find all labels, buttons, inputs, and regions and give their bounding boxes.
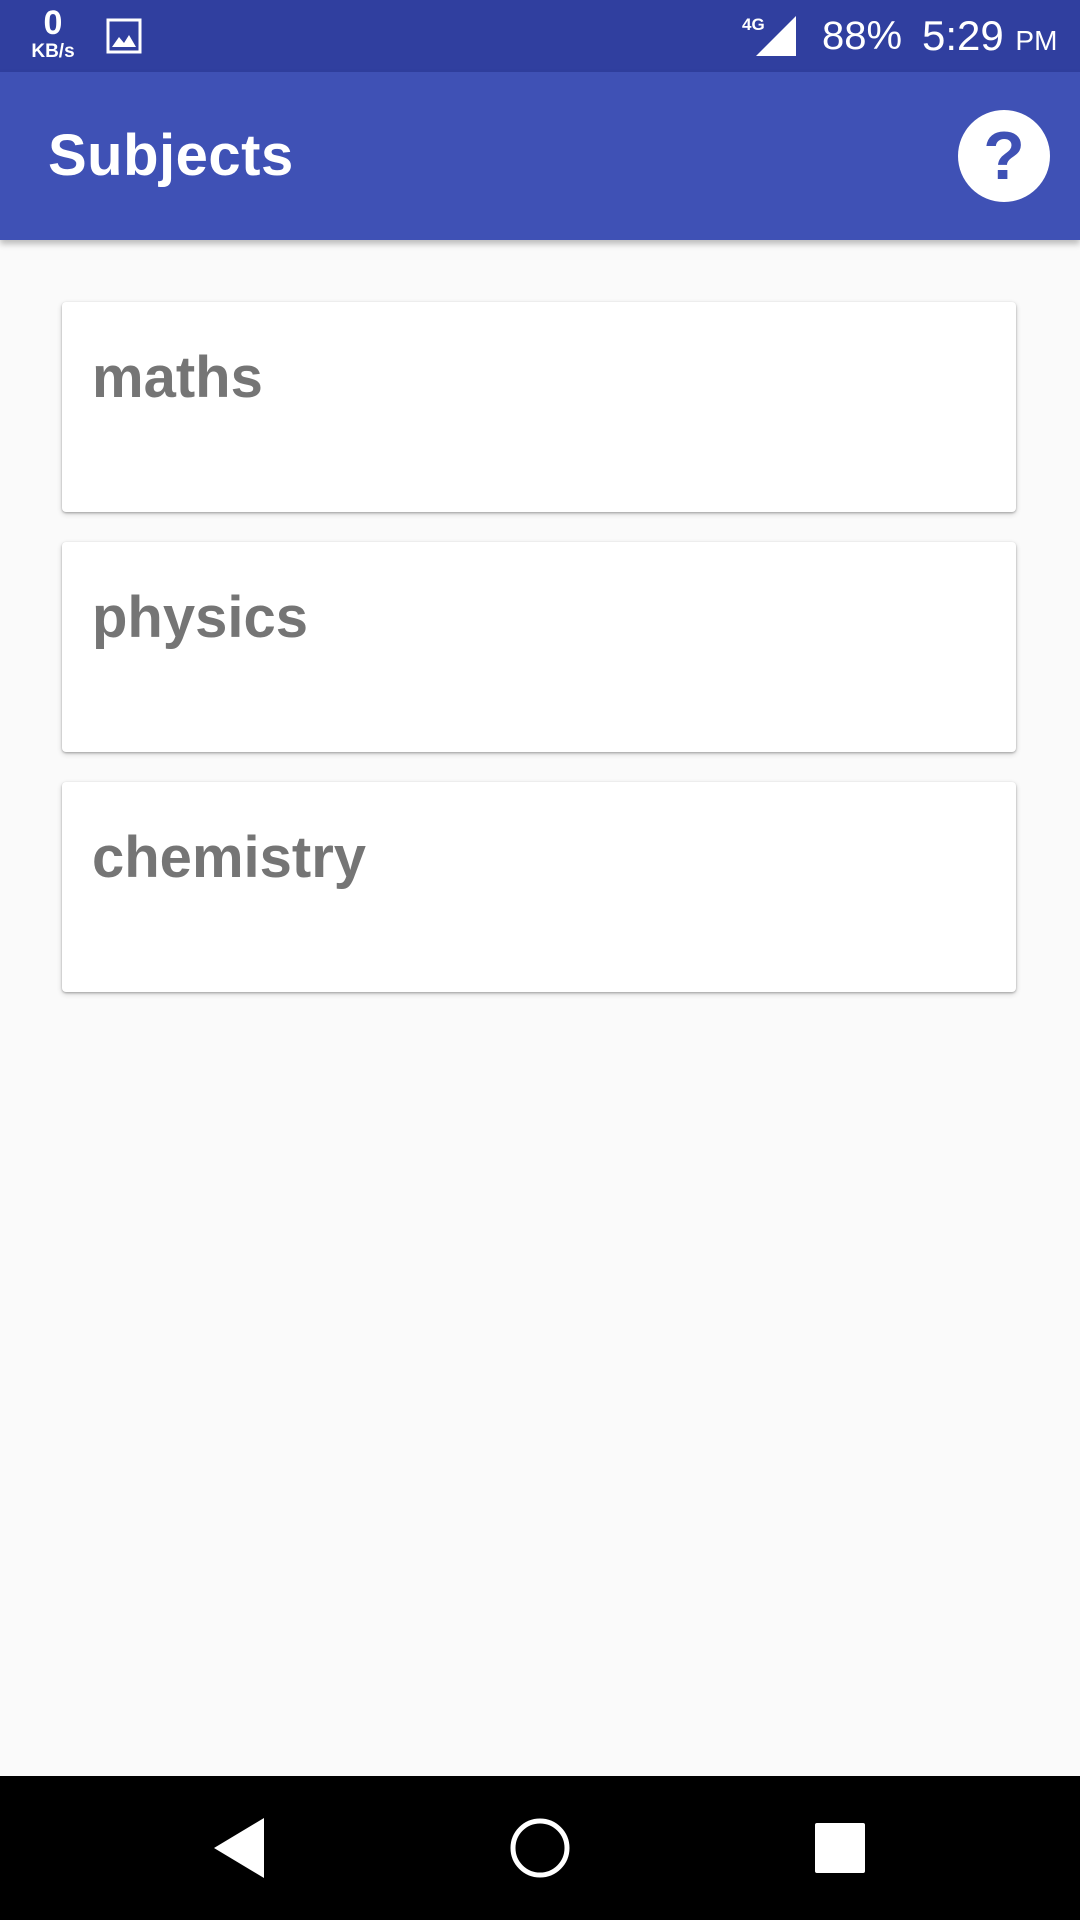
app-bar: Subjects ? (0, 72, 1080, 240)
network-speed-indicator: 0 KB/s (22, 6, 84, 61)
home-circle-icon[interactable] (496, 1804, 584, 1892)
network-speed-value: 0 (43, 4, 63, 42)
subject-title: physics (92, 585, 308, 650)
recents-square-icon[interactable] (796, 1804, 884, 1892)
image-icon (106, 18, 142, 54)
navigation-bar (0, 1776, 1080, 1920)
subject-title: maths (92, 345, 263, 410)
subject-title: chemistry (92, 825, 367, 890)
subject-card-chemistry[interactable]: chemistry (62, 782, 1016, 992)
subject-card-physics[interactable]: physics (62, 542, 1016, 752)
clock-ampm: PM (1015, 25, 1058, 56)
subject-card-maths[interactable]: maths (62, 302, 1016, 512)
page-title: Subjects (48, 123, 294, 188)
help-icon: ? (983, 118, 1025, 194)
cell-signal-icon: 4G (742, 15, 796, 56)
network-type-label: 4G (742, 15, 765, 34)
network-speed-unit: KB/s (31, 41, 75, 62)
help-button[interactable]: ? (958, 110, 1050, 202)
status-bar: 0 KB/s 4G 88% 5:29 PM (0, 0, 1080, 72)
clock: 5:29 PM (922, 14, 1057, 63)
clock-time: 5:29 (922, 12, 1004, 59)
battery-percentage: 88% (822, 14, 903, 58)
back-triangle-icon[interactable] (196, 1804, 284, 1892)
